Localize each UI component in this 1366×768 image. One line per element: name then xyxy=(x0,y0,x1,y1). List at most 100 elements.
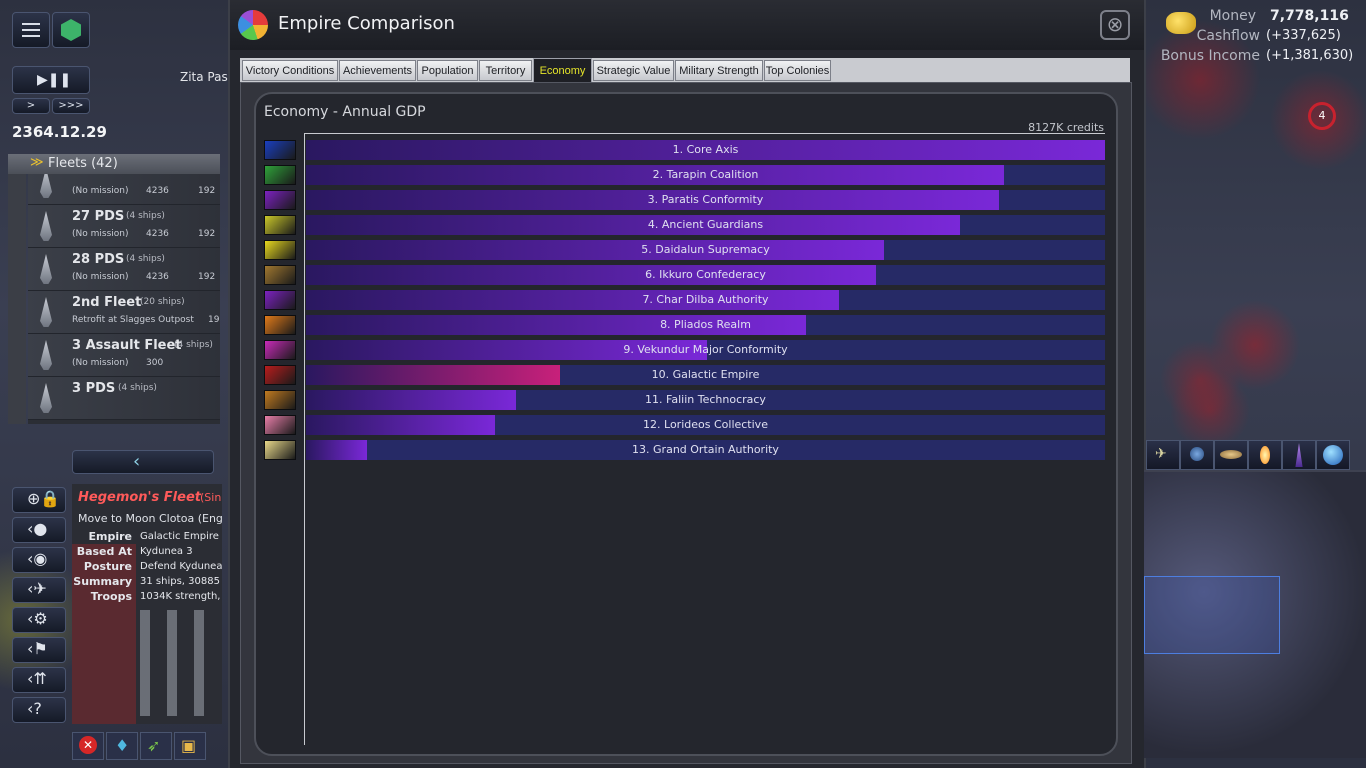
ship-icon xyxy=(40,211,52,241)
ship-icon xyxy=(40,297,52,327)
target-lock-button[interactable]: ⊕🔒 xyxy=(12,487,66,513)
help-button[interactable]: ‹? xyxy=(12,697,66,723)
bar-track[interactable]: 13. Grand Ortain Authority xyxy=(306,440,1105,460)
fleet-fuel: 4236 xyxy=(146,186,169,196)
fleet-mission: Retrofit at Slagges Outpost xyxy=(72,315,194,325)
minimap-filter-gas-giants[interactable] xyxy=(1214,440,1248,470)
bonus-income-value: (+1,381,630) xyxy=(1266,48,1354,63)
bonus-income-label: Bonus Income xyxy=(1160,48,1260,64)
fleet-row[interactable]: 3 Assault Fleet (4 ships) (No mission) 3… xyxy=(28,334,220,377)
tab-victory-conditions[interactable]: Victory Conditions xyxy=(242,60,338,81)
bar-label: 6. Ikkuro Confederacy xyxy=(645,268,766,281)
bar-track[interactable]: 4. Ancient Guardians xyxy=(306,215,1105,235)
flag-button[interactable]: ‹⚑ xyxy=(12,637,66,663)
settings-button[interactable]: ‹⚙ xyxy=(12,607,66,633)
fighter-icon: ‹✈ xyxy=(27,579,47,598)
bar-label: 3. Paratis Conformity xyxy=(647,193,764,206)
globe-icon xyxy=(1323,445,1343,465)
tab-achievements[interactable]: Achievements xyxy=(339,60,416,81)
collapse-panel-button[interactable]: ‹ xyxy=(72,450,214,474)
cloud-emblem-icon xyxy=(264,265,296,285)
selected-fleet-panel: Hegemon's Fleet (Sini Move to Moon Cloto… xyxy=(72,484,222,724)
fleet-ship-count: (4 ships) xyxy=(118,383,157,393)
map-marker[interactable]: 4 xyxy=(1308,102,1336,130)
minimap-filter-globe[interactable] xyxy=(1316,440,1350,470)
ship-icon xyxy=(40,254,52,284)
fleet-name: 3 Assault Fleet xyxy=(72,338,182,353)
chart-axis-left xyxy=(304,133,305,745)
eye-icon: ‹◉ xyxy=(27,549,48,568)
ship-icon xyxy=(40,340,52,370)
bar-track[interactable]: 6. Ikkuro Confederacy xyxy=(306,265,1105,285)
fighter-button[interactable]: ‹✈ xyxy=(12,577,66,603)
minimap-filter-stars[interactable] xyxy=(1248,440,1282,470)
gear-icon: ‹⚙ xyxy=(27,609,48,628)
dialog-titlebar: Empire Comparison ⊗ xyxy=(230,0,1144,50)
cancel-button[interactable]: ✕ xyxy=(72,732,104,760)
fleet-row[interactable]: (No mission) 4236 192 xyxy=(28,174,220,205)
fleet-ship-count: (4 ships) xyxy=(126,211,165,221)
ship-filter-icon: ✈ xyxy=(1155,446,1167,462)
bar-track[interactable]: 1. Core Axis xyxy=(306,140,1105,160)
flag-icon: ‹⚑ xyxy=(27,639,48,658)
tab-top-colonies[interactable]: Top Colonies xyxy=(764,60,831,81)
claw-emblem-icon xyxy=(264,190,296,210)
nebula-icon xyxy=(1295,443,1303,467)
cargo-button[interactable]: ▣ xyxy=(174,732,206,760)
fleet-name: 28 PDS xyxy=(72,252,125,267)
empire-button[interactable] xyxy=(52,12,90,48)
ship-order-button[interactable]: ➶ xyxy=(140,732,172,760)
tab-military-strength[interactable]: Military Strength xyxy=(675,60,763,81)
minimap-filter-ships[interactable]: ✈ xyxy=(1146,440,1180,470)
ring-emblem-icon xyxy=(264,140,296,160)
ship-icon xyxy=(40,174,52,198)
field-value: Galactic Empire xyxy=(140,531,219,542)
bar-track[interactable]: 5. Daidalun Supremacy xyxy=(306,240,1105,260)
star-icon xyxy=(1260,446,1270,464)
view-button[interactable]: ‹◉ xyxy=(12,547,66,573)
fleet-row[interactable]: 2nd Fleet (20 ships) Retrofit at Slagges… xyxy=(28,291,220,334)
fleet-button[interactable]: ‹⇈ xyxy=(12,667,66,693)
target-lock-icon: ⊕🔒 xyxy=(27,489,61,508)
close-button[interactable]: ⊗ xyxy=(1100,10,1130,40)
galaxy-minimap[interactable] xyxy=(1144,470,1366,758)
tab-strategic-value[interactable]: Strategic Value xyxy=(593,60,674,81)
fuel-button[interactable]: ♦ xyxy=(106,732,138,760)
bar-label: 9. Vekundur Major Conformity xyxy=(623,343,788,356)
list-icon xyxy=(22,23,40,37)
menu-button[interactable] xyxy=(12,12,50,48)
sun-emblem-icon xyxy=(264,215,296,235)
fleet-row[interactable]: 28 PDS (4 ships) (No mission) 4236 192 xyxy=(28,248,220,291)
bar-track[interactable]: 8. Pliados Realm xyxy=(306,315,1105,335)
minimap-filter-nebulae[interactable] xyxy=(1282,440,1316,470)
bar-label: 1. Core Axis xyxy=(672,143,739,156)
field-value: 1034K strength, xyxy=(140,591,221,602)
bar-track[interactable]: 7. Char Dilba Authority xyxy=(306,290,1105,310)
cancel-icon: ✕ xyxy=(79,736,97,754)
tab-economy[interactable]: Economy xyxy=(533,58,592,83)
fleet-row[interactable]: 27 PDS (4 ships) (No mission) 4236 192 xyxy=(28,205,220,248)
bar-track[interactable]: 10. Galactic Empire xyxy=(306,365,1105,385)
money-label: Money xyxy=(1209,8,1256,24)
fleet-ship-count: (20 ships) xyxy=(140,297,185,307)
fleet-fuel: 4236 xyxy=(146,229,169,239)
bar-track[interactable]: 2. Tarapin Coalition xyxy=(306,165,1105,185)
minimap-filter-planets[interactable] xyxy=(1180,440,1214,470)
tab-territory[interactable]: Territory xyxy=(479,60,532,81)
bar-track[interactable]: 9. Vekundur Major Conformity xyxy=(306,340,1105,360)
play-pause-button[interactable]: ▶❚❚ xyxy=(12,66,90,94)
bar-track[interactable]: 11. Faliin Technocracy xyxy=(306,390,1105,410)
tab-population[interactable]: Population xyxy=(417,60,478,81)
arrow-emblem-icon xyxy=(264,240,296,260)
fleets-list-header[interactable]: ≫ Fleets (42) xyxy=(8,154,220,174)
speed-slow-button[interactable]: > xyxy=(12,98,50,114)
bar-track[interactable]: 3. Paratis Conformity xyxy=(306,190,1105,210)
fleet-row[interactable]: 3 PDS (4 ships) xyxy=(28,377,220,420)
planet-button[interactable]: ‹● xyxy=(12,517,66,543)
runner-emblem-icon xyxy=(264,165,296,185)
speed-fast-button[interactable]: >>> xyxy=(52,98,90,114)
fleet-extra: 192 xyxy=(198,272,216,282)
bar-track[interactable]: 12. Lorideos Collective xyxy=(306,415,1105,435)
fan-emblem-icon xyxy=(264,440,296,460)
fleet-name: 2nd Fleet xyxy=(72,295,142,310)
